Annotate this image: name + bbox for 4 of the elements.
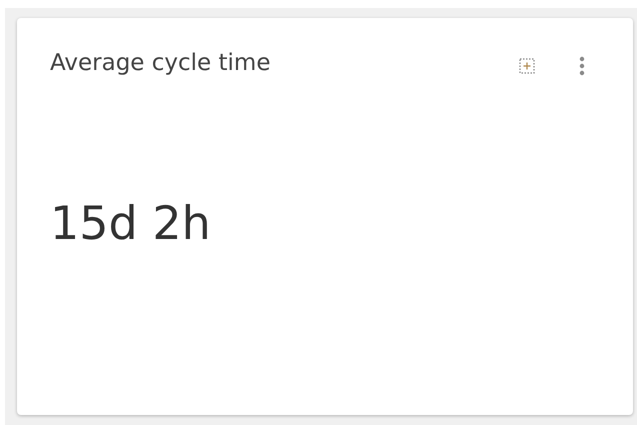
- card-title: Average cycle time: [50, 50, 270, 76]
- metric-value: 15d 2h: [50, 196, 212, 250]
- add-widget-icon[interactable]: [519, 58, 535, 74]
- more-options-icon[interactable]: [579, 56, 585, 76]
